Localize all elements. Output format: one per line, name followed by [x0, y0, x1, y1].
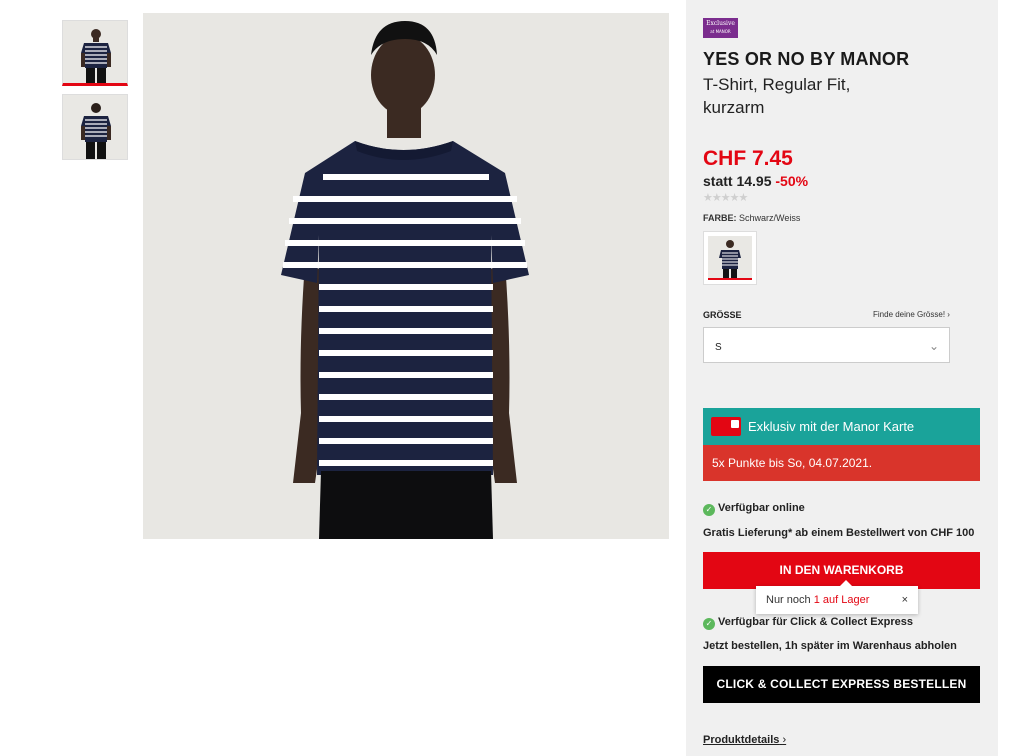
size-selected-value: S	[715, 342, 722, 353]
gallery-thumbnail-back[interactable]	[62, 94, 128, 160]
product-title: T-Shirt, Regular Fit, kurzarm	[703, 75, 851, 117]
stock-tooltip: Nur noch 1 auf Lager ×	[756, 580, 918, 614]
gallery-thumbnail-front[interactable]	[62, 20, 128, 86]
model-photo	[143, 13, 669, 539]
manor-card-icon	[711, 417, 741, 436]
manor-card-promo-text: Exklusiv mit der Manor Karte	[748, 419, 915, 434]
color-swatch[interactable]	[703, 231, 757, 285]
product-thumbnail-image	[63, 21, 127, 83]
stock-count: 1 auf Lager	[813, 594, 870, 606]
swatch-image	[708, 236, 752, 278]
color-label: FARBE: Schwarz/Weiss	[703, 213, 800, 223]
rating-stars[interactable]: ★★★★★	[703, 191, 748, 204]
click-collect-note: Jetzt bestellen, 1h später im Warenhaus …	[703, 640, 957, 652]
product-main-image[interactable]	[143, 13, 669, 539]
color-label-key: FARBE:	[703, 213, 737, 223]
product-thumbnail-image	[63, 95, 127, 159]
chevron-down-icon: ⌄	[928, 339, 939, 353]
delivery-info: Gratis Lieferung* ab einem Bestellwert v…	[703, 527, 975, 539]
old-price-label: statt 14.95	[703, 173, 772, 189]
exclusive-at-manor-logo: Exclusive at MANOR	[703, 18, 738, 38]
availability-online: ✓ Verfügbar online	[703, 502, 805, 516]
click-collect-button[interactable]: CLICK & COLLECT EXPRESS BESTELLEN	[703, 666, 980, 703]
close-icon[interactable]: ×	[902, 594, 908, 606]
points-promo: 5x Punkte bis So, 04.07.2021.	[703, 445, 980, 481]
check-icon: ✓	[703, 618, 715, 630]
size-guide-link[interactable]: Finde deine Grösse! ›	[873, 310, 950, 319]
size-label: GRÖSSE	[703, 310, 742, 320]
availability-online-text: Verfügbar online	[718, 502, 805, 514]
chevron-right-icon: ›	[782, 734, 787, 746]
color-label-value: Schwarz/Weiss	[739, 213, 801, 223]
manor-card-promo: Exklusiv mit der Manor Karte	[703, 408, 980, 445]
product-details-link[interactable]: Produktdetails ›	[703, 734, 786, 746]
stock-tooltip-prefix: Nur noch	[766, 594, 814, 606]
discount-badge: -50%	[775, 173, 809, 189]
current-price: CHF 7.45	[703, 147, 793, 170]
product-details-label: Produktdetails	[703, 734, 780, 746]
availability-click-collect-text: Verfügbar für Click & Collect Express	[718, 616, 914, 628]
product-brand[interactable]: YES OR NO BY MANOR	[703, 49, 909, 70]
old-price: statt 14.95 -50%	[703, 173, 808, 189]
check-icon: ✓	[703, 504, 715, 516]
availability-click-collect: ✓ Verfügbar für Click & Collect Express	[703, 616, 913, 630]
size-select[interactable]: S ⌄	[703, 327, 950, 363]
